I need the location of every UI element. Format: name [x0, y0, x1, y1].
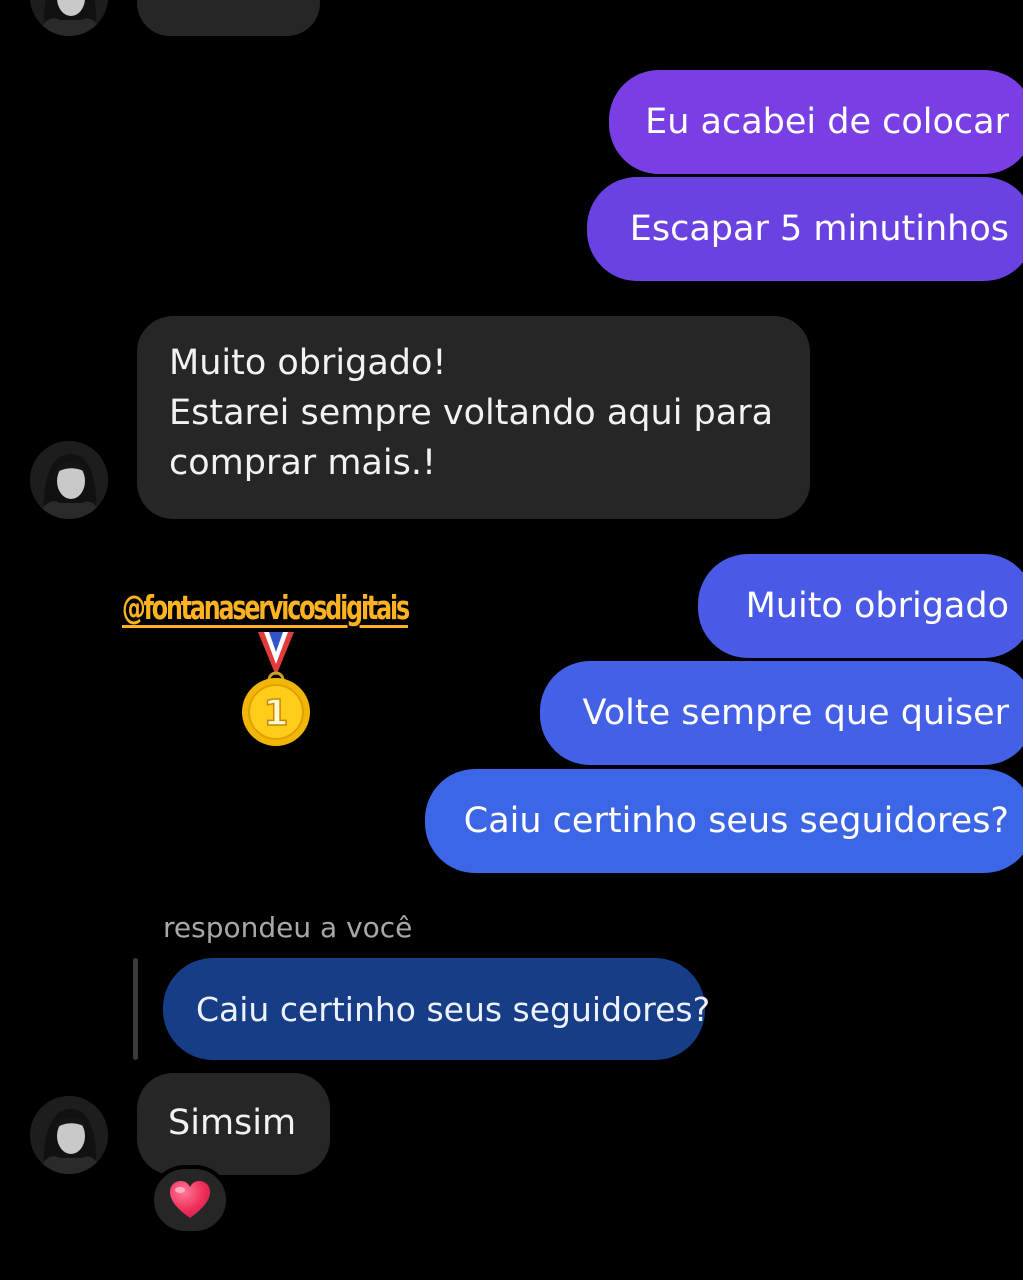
reply-indicator-bar [133, 958, 138, 1060]
message-text-line: Estarei sempre voltando aqui para [169, 393, 774, 433]
message-text: Simsim [168, 1103, 297, 1143]
message-text: Caiu certinho seus seguidores? [463, 801, 1009, 841]
chat-thread: Eu acabei de colocar Escapar 5 minutinho… [0, 0, 1023, 1280]
message-bubble-incoming-partial[interactable] [137, 0, 320, 36]
message-bubble-outgoing[interactable]: Escapar 5 minutinhos [587, 177, 1023, 281]
message-bubble-outgoing[interactable]: Eu acabei de colocar [609, 70, 1023, 174]
message-text-line: Muito obrigado! [169, 343, 447, 383]
message-text: Escapar 5 minutinhos [629, 209, 1009, 249]
message-text: Eu acabei de colocar [645, 102, 1009, 142]
message-text: Muito obrigado [745, 586, 1009, 626]
gold-medal-icon: 1 [242, 632, 310, 746]
contact-avatar[interactable] [30, 0, 108, 36]
message-bubble-outgoing[interactable]: Muito obrigado [698, 554, 1023, 658]
reply-context-label: respondeu a você [163, 911, 413, 944]
medal-number: 1 [263, 693, 288, 734]
message-bubble-outgoing[interactable]: Caiu certinho seus seguidores? [425, 769, 1023, 873]
message-bubble-incoming[interactable]: Muito obrigado! Estarei sempre voltando … [137, 316, 810, 519]
message-text-line: comprar mais.! [169, 443, 436, 483]
message-bubble-outgoing[interactable]: Volte sempre que quiser [540, 661, 1023, 765]
message-bubble-incoming[interactable]: Simsim [137, 1073, 330, 1175]
message-text: Volte sempre que quiser [582, 693, 1009, 733]
watermark-handle: @fontanaservicosdigitais [122, 588, 410, 627]
contact-avatar[interactable] [30, 441, 108, 519]
contact-avatar[interactable] [30, 1096, 108, 1174]
quoted-message[interactable]: Caiu certinho seus seguidores? [163, 958, 710, 1060]
message-reaction[interactable] [150, 1165, 230, 1235]
heart-emoji-icon [170, 1181, 210, 1218]
quoted-message-text: Caiu certinho seus seguidores? [196, 989, 711, 1029]
